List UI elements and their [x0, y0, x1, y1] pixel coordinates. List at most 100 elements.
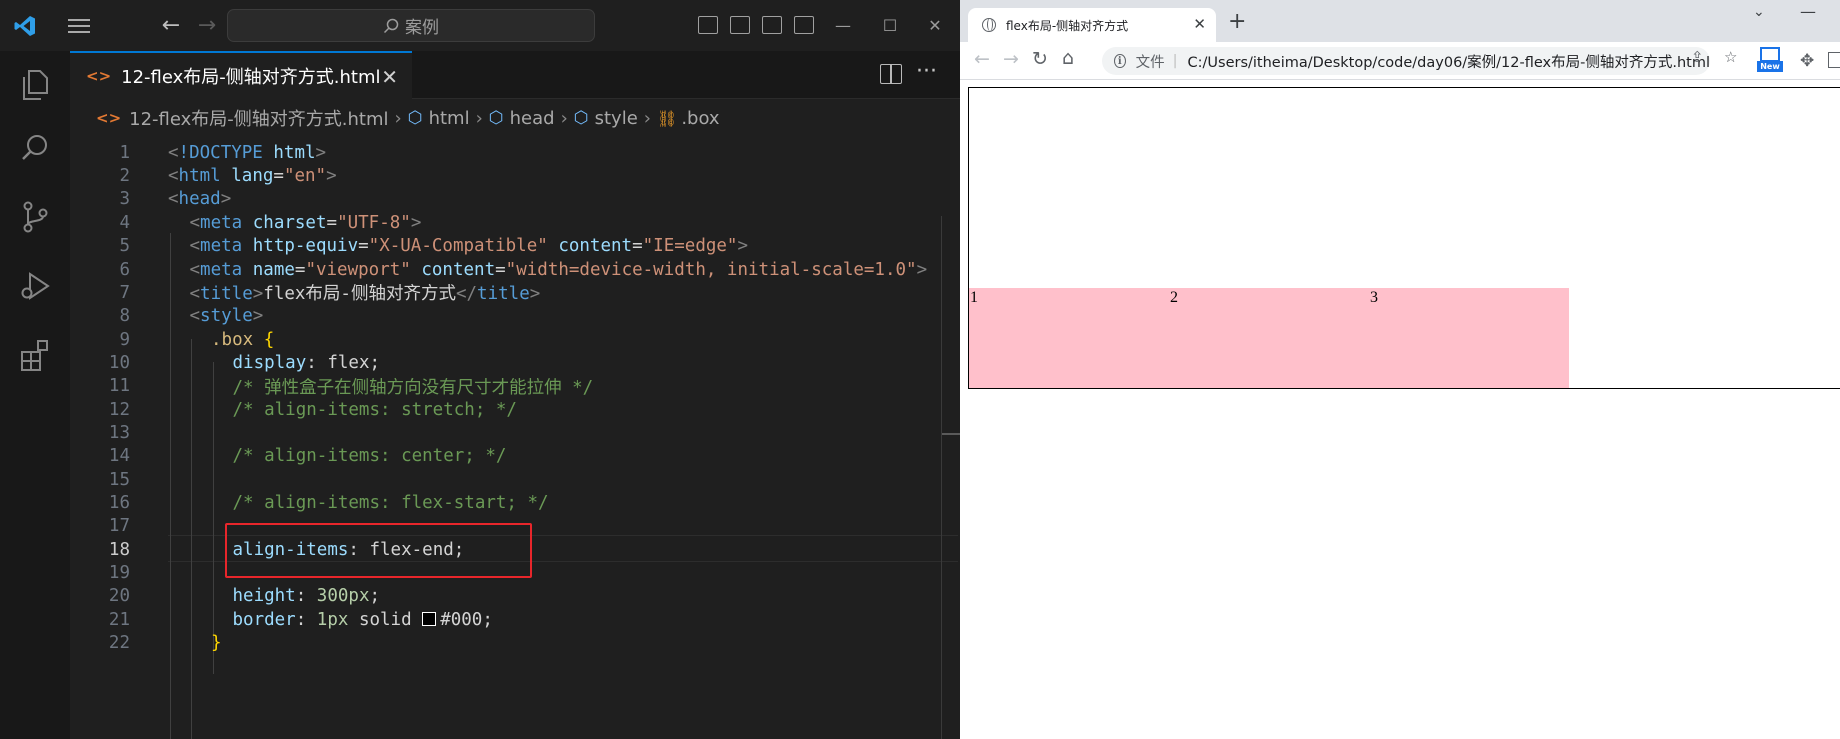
html-file-icon: <>	[86, 67, 112, 85]
vscode-window: ← → 案例 — ☐ ✕ <> 12-flex布局-侧轴对齐方式.html ✕ …	[0, 0, 960, 739]
new-extension-icon[interactable]: New	[1757, 47, 1783, 73]
code-token: =	[273, 166, 284, 187]
code-token: ;	[369, 586, 381, 607]
line-code: <meta name="viewport" content="width=dev…	[190, 260, 928, 280]
line-code: /* align-items: flex-start; */	[233, 493, 549, 513]
code-line[interactable]: 22}	[70, 629, 960, 657]
line-number: 16	[108, 493, 130, 513]
line-code: border: 1px solid #000;	[233, 610, 493, 630]
vscode-logo-icon	[8, 0, 42, 51]
code-token: 1px	[316, 609, 349, 630]
command-center-search[interactable]: 案例	[227, 9, 595, 42]
extensions-icon[interactable]	[13, 333, 57, 377]
code-token: >	[252, 306, 264, 327]
code-token: <	[189, 236, 201, 257]
line-code: <style>	[190, 306, 264, 326]
code-token: <	[189, 284, 201, 305]
command-center-text: 案例	[405, 18, 439, 38]
menu-icon[interactable]	[62, 0, 96, 51]
breadcrumb-item-box[interactable]: .box	[681, 108, 719, 129]
line-code: }	[211, 633, 222, 653]
line-code: .box {	[211, 330, 274, 350]
split-editor-icon[interactable]	[880, 64, 902, 84]
side-panel-icon[interactable]	[1828, 52, 1840, 68]
editor-area: <> 12-flex布局-侧轴对齐方式.html ✕ ··· <> 12-fle…	[70, 51, 960, 739]
code-token: solid	[358, 609, 412, 630]
code-token: /* 弹性盒子在侧轴方向没有尺寸才能拉伸 */	[232, 377, 594, 398]
line-number: 21	[108, 609, 130, 630]
forward-arrow-icon[interactable]: →	[1003, 48, 1019, 70]
code-token: flex布局-侧轴对齐方式	[263, 284, 456, 305]
browser-toolbar: ← → ↻ ⌂ i 文件 | C:/Users/itheima/Desktop/…	[960, 42, 1840, 80]
symbol-class-icon: ⛓	[657, 108, 678, 128]
code-token: <	[189, 306, 201, 327]
code-token: height	[232, 586, 296, 607]
address-bar[interactable]: i 文件 | C:/Users/itheima/Desktop/code/day…	[1102, 47, 1710, 75]
breadcrumb-item-file[interactable]: 12-flex布局-侧轴对齐方式.html	[129, 105, 388, 131]
code-token: >	[326, 166, 337, 187]
browser-tab[interactable]: flex布局-侧轴对齐方式 ✕	[968, 8, 1216, 42]
code-token: 300px	[316, 586, 370, 607]
tab-close-icon[interactable]: ✕	[1193, 15, 1206, 33]
flex-box-container: 1 2 3	[968, 87, 1840, 389]
page-viewport: 1 2 3	[960, 80, 1840, 739]
code-token: meta	[200, 236, 243, 257]
toggle-secondary-sidebar-icon[interactable]	[762, 16, 782, 34]
scrollbar-thumb[interactable]	[942, 433, 960, 435]
more-actions-icon[interactable]: ···	[916, 59, 937, 84]
forward-arrow-icon[interactable]: →	[192, 0, 222, 51]
chevron-down-icon[interactable]: ⌄	[1753, 4, 1765, 20]
address-url[interactable]: C:/Users/itheima/Desktop/code/day06/案例/1…	[1188, 51, 1711, 72]
chevron-right-icon: ›	[560, 107, 568, 129]
run-and-debug-icon[interactable]	[13, 264, 57, 308]
source-control-icon[interactable]	[13, 195, 57, 239]
minimize-icon[interactable]: —	[823, 0, 863, 51]
back-arrow-icon[interactable]: ←	[156, 0, 186, 51]
code-token: /* align-items: center; */	[232, 446, 507, 467]
editor-tab-active[interactable]: <> 12-flex布局-侧轴对齐方式.html ✕	[70, 51, 412, 99]
back-arrow-icon[interactable]: ←	[974, 48, 990, 70]
share-icon[interactable]: ⇪	[1691, 48, 1704, 66]
editor-tab-bar: <> 12-flex布局-侧轴对齐方式.html ✕ ···	[70, 51, 960, 99]
chevron-right-icon: ›	[394, 107, 402, 129]
address-separator: |	[1172, 53, 1178, 69]
search-icon[interactable]	[13, 126, 57, 170]
code-token: display	[232, 352, 307, 373]
close-window-icon[interactable]: ✕	[915, 0, 955, 51]
line-code: /* align-items: stretch; */	[233, 400, 517, 420]
breadcrumb-item-html[interactable]: html	[429, 108, 470, 129]
line-code: <html lang="en">	[168, 166, 337, 186]
maximize-icon[interactable]: ☐	[870, 0, 910, 51]
code-editor[interactable]: 1 <!DOCTYPE html> 2 <html lang="en"> 3 <head>…	[70, 137, 960, 739]
breadcrumb-item-head[interactable]: head	[510, 108, 555, 129]
line-code: <head>	[168, 189, 231, 209]
customize-layout-icon[interactable]	[794, 16, 814, 34]
home-icon[interactable]: ⌂	[1062, 47, 1074, 69]
toggle-primary-sidebar-icon[interactable]	[698, 16, 718, 34]
overview-ruler[interactable]	[941, 216, 942, 739]
code-token: <	[168, 142, 179, 163]
code-token: "UTF-8"	[337, 212, 411, 233]
code-token: </	[455, 284, 478, 305]
code-token: http-equiv	[252, 236, 359, 257]
reload-icon[interactable]: ↻	[1032, 48, 1048, 70]
extensions-puzzle-icon[interactable]: ✥	[1800, 51, 1814, 71]
line-number: 10	[108, 352, 130, 373]
new-tab-icon[interactable]: +	[1228, 9, 1246, 34]
line-code: display: flex;	[233, 353, 381, 373]
color-swatch-icon[interactable]	[422, 611, 437, 626]
line-code: /* align-items: center; */	[233, 446, 507, 466]
line-code: <!DOCTYPE html>	[168, 143, 326, 163]
minimize-icon[interactable]: —	[1800, 2, 1816, 21]
explorer-icon[interactable]	[13, 63, 57, 107]
toggle-panel-icon[interactable]	[730, 16, 750, 34]
info-icon[interactable]: i	[1114, 54, 1126, 68]
tab-close-icon[interactable]: ✕	[381, 65, 398, 89]
breadcrumb-item-style[interactable]: style	[595, 108, 638, 129]
bookmark-star-icon[interactable]: ☆	[1724, 48, 1737, 66]
